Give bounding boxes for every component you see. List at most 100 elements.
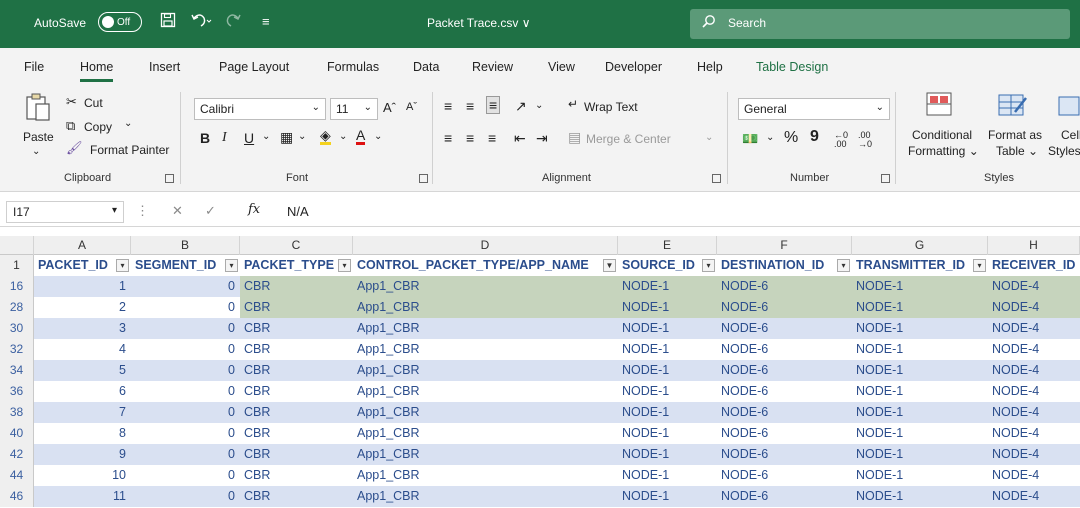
font-size-select[interactable]: 11 ⌄ [330, 98, 378, 120]
tab-table-design[interactable]: Table Design [756, 60, 828, 74]
align-left-icon[interactable]: ≡ [444, 130, 452, 146]
segment-id-cell[interactable]: 0 [131, 360, 240, 381]
app-name-cell[interactable]: App1_CBR [353, 276, 618, 297]
source-id-cell[interactable]: NODE-1 [618, 339, 717, 360]
row-number[interactable]: 1 [0, 255, 34, 276]
increase-indent-icon[interactable]: ⇥ [536, 130, 548, 147]
align-middle-icon[interactable]: ≡ [466, 98, 474, 114]
font-color-icon[interactable]: A [356, 128, 366, 145]
align-right-icon[interactable]: ≡ [488, 130, 496, 146]
transmitter-id-cell[interactable]: NODE-1 [852, 297, 988, 318]
conditional-formatting-label[interactable]: Conditional [912, 128, 972, 142]
row-number[interactable]: 30 [0, 318, 34, 339]
cell-styles-label[interactable]: Cell [1061, 128, 1080, 142]
decrease-font-icon[interactable]: Aˇ [406, 101, 417, 113]
chevron-down-icon[interactable]: ⌄ [262, 131, 270, 142]
font-name-select[interactable]: Calibri ⌄ [194, 98, 326, 120]
header-cell[interactable]: RECEIVER_ID [988, 255, 1080, 276]
app-name-cell[interactable]: App1_CBR [353, 486, 618, 507]
decrease-indent-icon[interactable]: ⇤ [514, 130, 526, 147]
source-id-cell[interactable]: NODE-1 [618, 465, 717, 486]
transmitter-id-cell[interactable]: NODE-1 [852, 444, 988, 465]
tab-review[interactable]: Review [472, 60, 513, 74]
column-header-a[interactable]: A [34, 236, 131, 255]
filter-active-icon[interactable]: ▼ [603, 259, 616, 272]
header-cell[interactable]: TRANSMITTER_ID [852, 255, 988, 276]
header-cell[interactable]: SEGMENT_ID [131, 255, 240, 276]
conditional-formatting-label-2[interactable]: Formatting ⌄ [908, 144, 979, 158]
column-header-d[interactable]: D [353, 236, 618, 255]
row-number[interactable]: 32 [0, 339, 34, 360]
customize-toolbar-icon[interactable]: ≡ [262, 14, 270, 29]
underline-icon[interactable]: U [244, 130, 254, 146]
cancel-icon[interactable]: ✕ [172, 203, 183, 219]
format-as-table-icon[interactable] [998, 92, 1028, 121]
paste-icon[interactable] [24, 92, 52, 125]
packet-type-cell[interactable]: CBR [240, 444, 353, 465]
app-name-cell[interactable]: App1_CBR [353, 381, 618, 402]
destination-id-cell[interactable]: NODE-6 [717, 444, 852, 465]
chevron-down-icon[interactable]: ⌄ [374, 131, 382, 142]
paste-label[interactable]: Paste [23, 130, 54, 144]
number-launcher-icon[interactable] [881, 174, 890, 183]
app-name-cell[interactable]: App1_CBR [353, 318, 618, 339]
receiver-id-cell[interactable]: NODE-4 [988, 381, 1080, 402]
packet-id-cell[interactable]: 3 [34, 318, 131, 339]
packet-id-cell[interactable]: 4 [34, 339, 131, 360]
header-cell[interactable]: PACKET_TYPE [240, 255, 353, 276]
format-as-table-label-2[interactable]: Table ⌄ [996, 144, 1038, 158]
formula-input[interactable]: N/A [287, 204, 309, 219]
file-name[interactable]: Packet Trace.csv ∨ [427, 16, 531, 30]
packet-type-cell[interactable]: CBR [240, 486, 353, 507]
chevron-down-icon[interactable]: ⌄ [766, 132, 774, 143]
packet-type-cell[interactable]: CBR [240, 276, 353, 297]
row-number[interactable]: 44 [0, 465, 34, 486]
receiver-id-cell[interactable]: NODE-4 [988, 360, 1080, 381]
merge-center-button[interactable]: Merge & Center [586, 132, 671, 146]
app-name-cell[interactable]: App1_CBR [353, 423, 618, 444]
borders-icon[interactable]: ▦ [280, 129, 293, 146]
transmitter-id-cell[interactable]: NODE-1 [852, 423, 988, 444]
source-id-cell[interactable]: NODE-1 [618, 360, 717, 381]
packet-type-cell[interactable]: CBR [240, 360, 353, 381]
row-number[interactable]: 38 [0, 402, 34, 423]
packet-id-cell[interactable]: 9 [34, 444, 131, 465]
destination-id-cell[interactable]: NODE-6 [717, 465, 852, 486]
segment-id-cell[interactable]: 0 [131, 318, 240, 339]
filter-dropdown-icon[interactable]: ▾ [338, 259, 351, 272]
orientation-icon[interactable]: ↗ [515, 98, 527, 115]
tab-view[interactable]: View [548, 60, 575, 74]
receiver-id-cell[interactable]: NODE-4 [988, 318, 1080, 339]
header-cell[interactable]: CONTROL_PACKET_TYPE/APP_NAME [353, 255, 618, 276]
filter-dropdown-icon[interactable]: ▾ [225, 259, 238, 272]
receiver-id-cell[interactable]: NODE-4 [988, 444, 1080, 465]
chevron-down-icon[interactable]: ⌄ [705, 132, 713, 143]
transmitter-id-cell[interactable]: NODE-1 [852, 360, 988, 381]
transmitter-id-cell[interactable]: NODE-1 [852, 402, 988, 423]
comma-style-icon[interactable]: 9 [810, 128, 819, 146]
percent-style-icon[interactable]: % [784, 129, 798, 147]
cut-label[interactable]: Cut [84, 96, 103, 110]
destination-id-cell[interactable]: NODE-6 [717, 339, 852, 360]
receiver-id-cell[interactable]: NODE-4 [988, 402, 1080, 423]
transmitter-id-cell[interactable]: NODE-1 [852, 465, 988, 486]
chevron-down-icon[interactable]: ⌄ [339, 131, 347, 142]
app-name-cell[interactable]: App1_CBR [353, 339, 618, 360]
packet-type-cell[interactable]: CBR [240, 465, 353, 486]
row-number[interactable]: 28 [0, 297, 34, 318]
source-id-cell[interactable]: NODE-1 [618, 381, 717, 402]
select-all-corner[interactable] [0, 236, 34, 255]
destination-id-cell[interactable]: NODE-6 [717, 381, 852, 402]
font-launcher-icon[interactable] [419, 174, 428, 183]
filter-dropdown-icon[interactable]: ▾ [973, 259, 986, 272]
source-id-cell[interactable]: NODE-1 [618, 318, 717, 339]
transmitter-id-cell[interactable]: NODE-1 [852, 318, 988, 339]
segment-id-cell[interactable]: 0 [131, 339, 240, 360]
packet-type-cell[interactable]: CBR [240, 423, 353, 444]
format-painter-label[interactable]: Format Painter [90, 143, 169, 157]
packet-id-cell[interactable]: 11 [34, 486, 131, 507]
accounting-format-icon[interactable]: 💵 [742, 131, 758, 147]
segment-id-cell[interactable]: 0 [131, 381, 240, 402]
segment-id-cell[interactable]: 0 [131, 423, 240, 444]
segment-id-cell[interactable]: 0 [131, 402, 240, 423]
